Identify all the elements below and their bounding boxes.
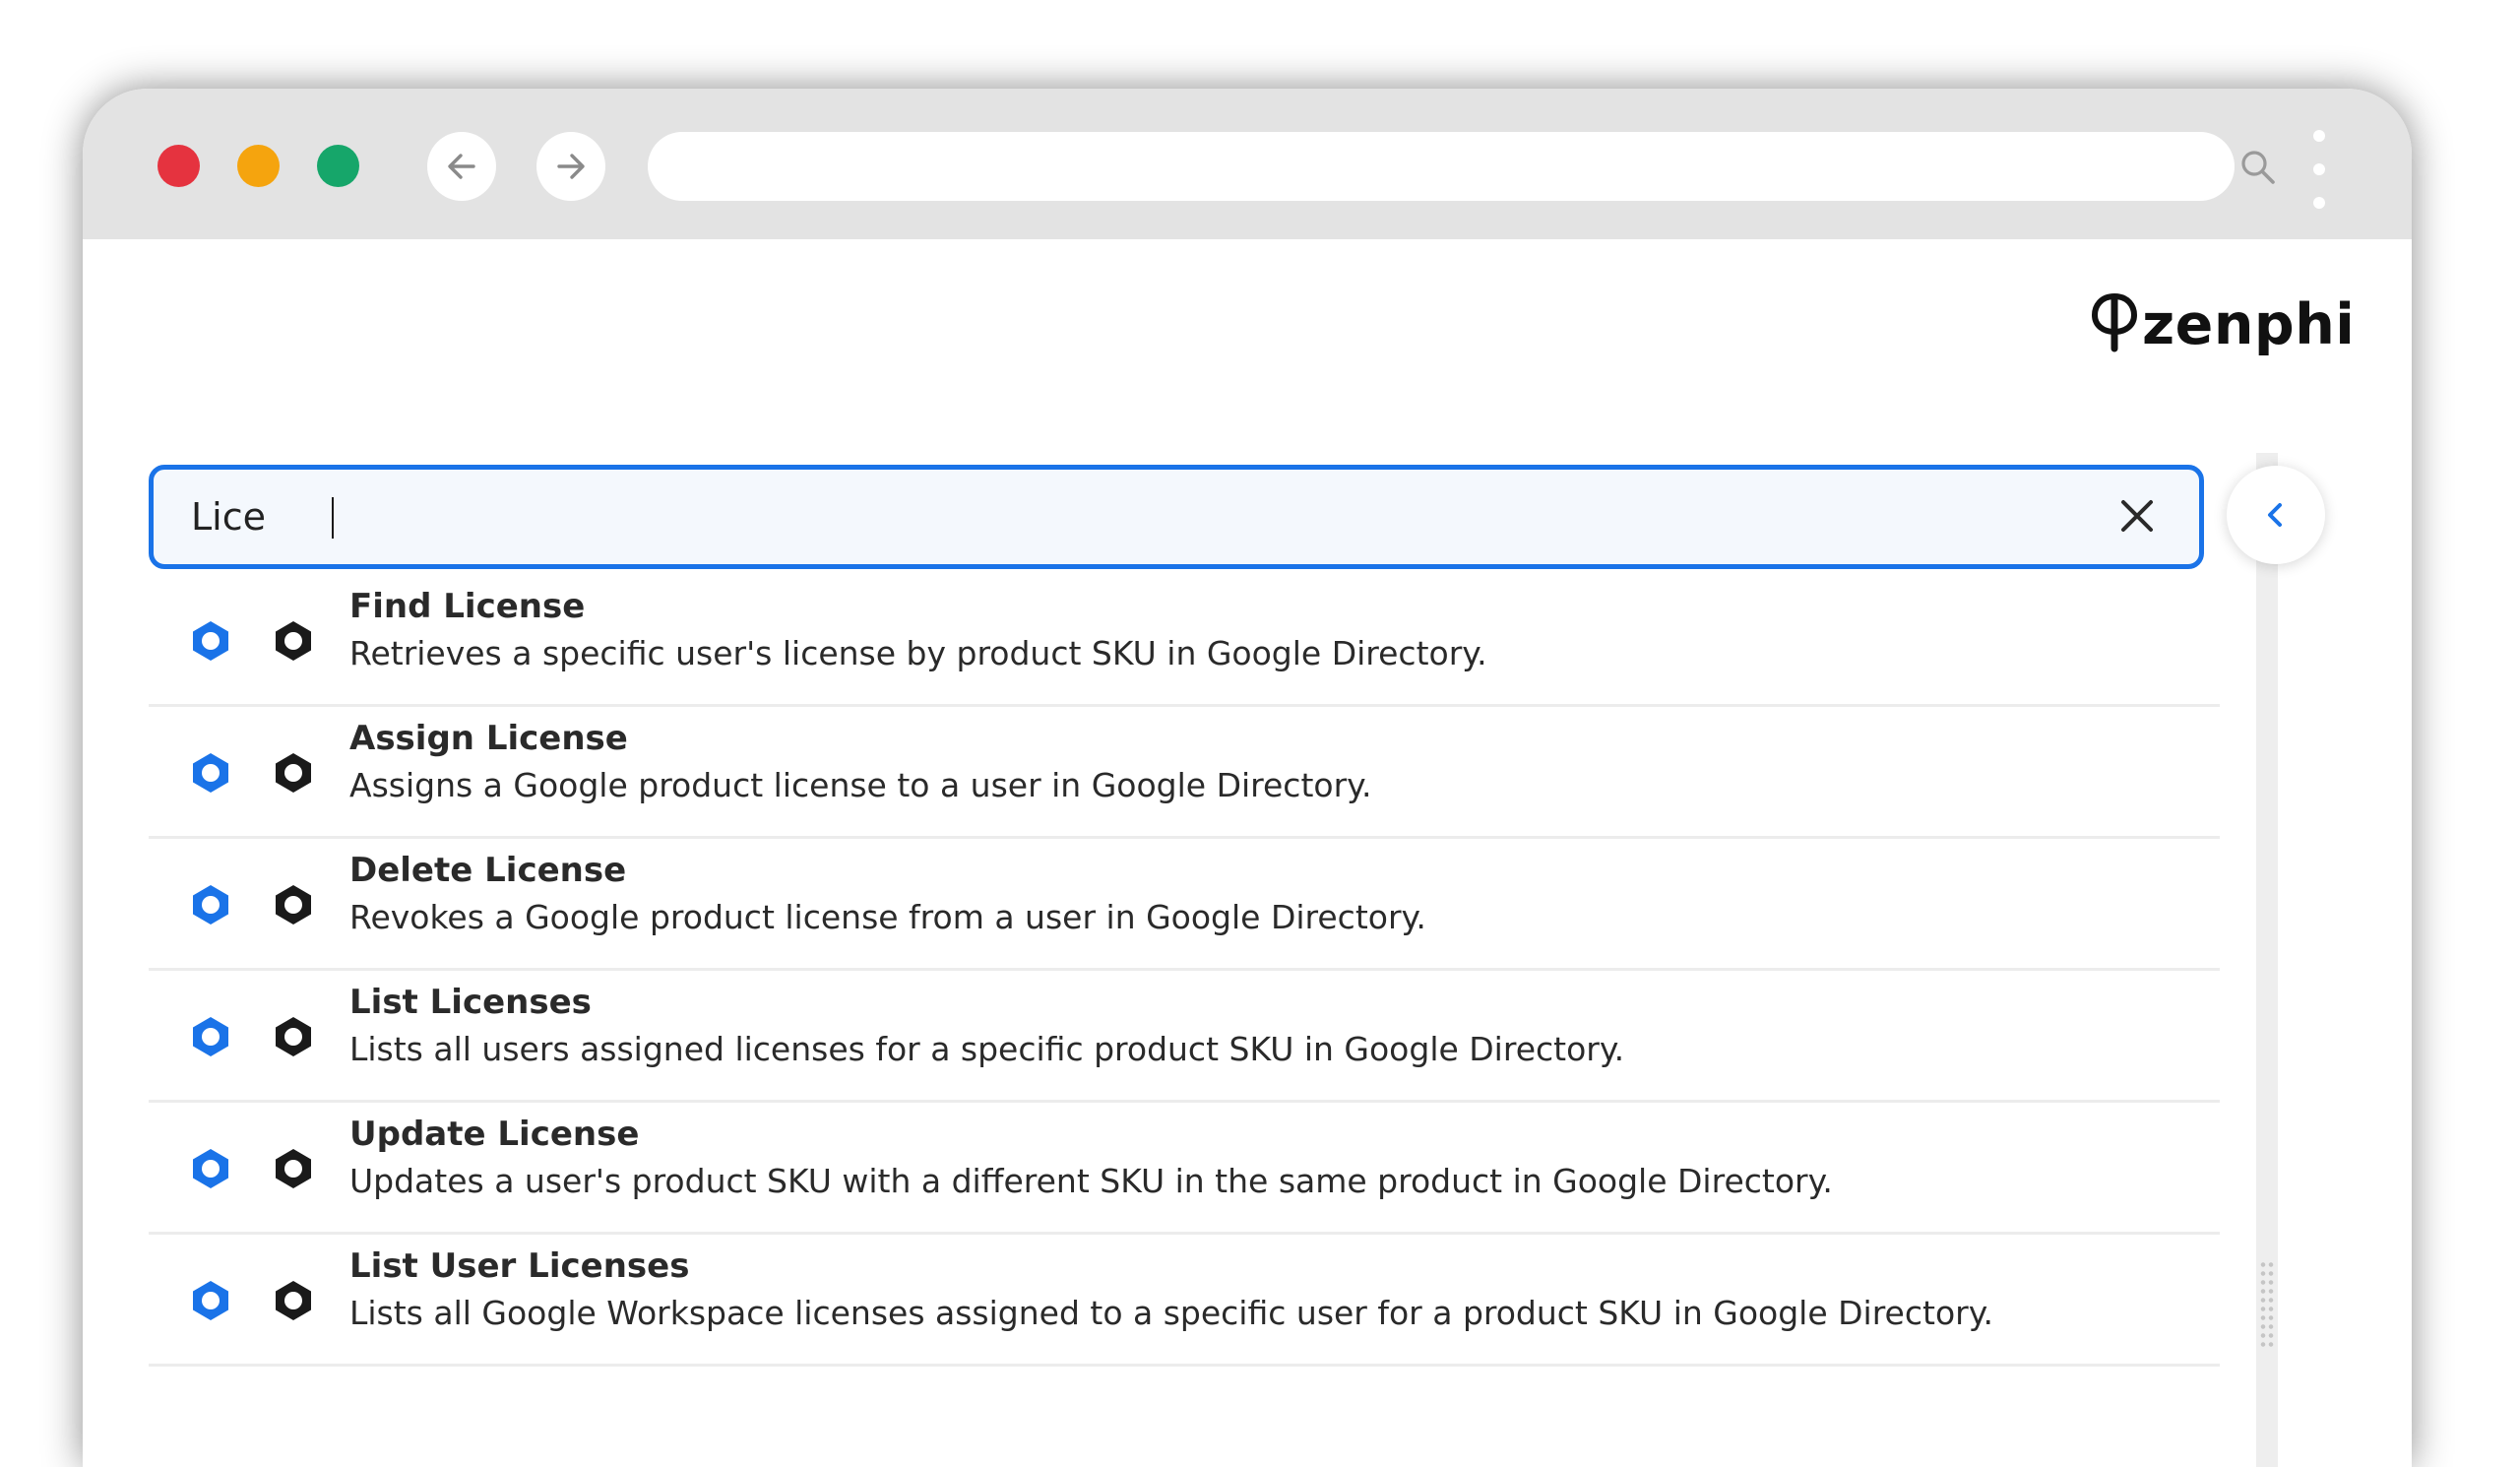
search-field[interactable] — [149, 465, 2204, 569]
google-cloud-hexagon-icon — [193, 1017, 228, 1056]
brand-logo: zenphi — [2091, 286, 2355, 364]
google-cloud-hexagon-icon — [193, 621, 228, 661]
google-directory-hexagon-icon — [276, 753, 311, 793]
result-item[interactable]: Delete License Revokes a Google product … — [149, 839, 2220, 971]
result-item[interactable]: List Licenses Lists all users assigned l… — [149, 971, 2220, 1103]
google-cloud-hexagon-icon — [193, 753, 228, 793]
browser-menu-button[interactable] — [2309, 130, 2329, 209]
text-caret — [332, 497, 334, 539]
google-cloud-hexagon-icon — [193, 885, 228, 925]
result-item[interactable]: Update License Updates a user's product … — [149, 1103, 2220, 1235]
collapse-panel-button[interactable] — [2227, 466, 2325, 564]
chevron-left-icon — [2268, 503, 2282, 527]
result-description: Assigns a Google product license to a us… — [349, 766, 1372, 804]
address-bar[interactable] — [648, 132, 2235, 201]
results-list: Find License Retrieves a specific user's… — [149, 575, 2220, 1367]
google-cloud-hexagon-icon — [193, 1149, 228, 1188]
google-directory-hexagon-icon — [276, 621, 311, 661]
result-description: Lists all users assigned licenses for a … — [349, 1030, 1625, 1068]
zenphi-logo-icon — [2091, 293, 2138, 352]
scrollbar-grip[interactable] — [2259, 1260, 2275, 1349]
result-item[interactable]: List User Licenses Lists all Google Work… — [149, 1235, 2220, 1367]
clear-search-button[interactable] — [2112, 491, 2162, 541]
logo-text: zenphi — [2142, 292, 2356, 357]
result-description: Lists all Google Workspace licenses assi… — [349, 1294, 1994, 1332]
google-directory-hexagon-icon — [276, 1281, 311, 1320]
back-button[interactable] — [427, 132, 496, 201]
result-title: Update License — [349, 1115, 640, 1154]
arrow-right-icon — [557, 154, 585, 179]
result-title: List User Licenses — [349, 1246, 690, 1286]
search-input[interactable] — [191, 470, 2061, 564]
result-title: List Licenses — [349, 983, 592, 1022]
minimize-window-button[interactable] — [237, 145, 280, 187]
browser-window: zenphi Find License Retrieves a specific… — [83, 89, 2412, 1467]
result-title: Assign License — [349, 719, 628, 758]
result-description: Updates a user's product SKU with a diff… — [349, 1162, 1833, 1200]
more-vert-icon-dot — [2313, 163, 2325, 175]
google-directory-hexagon-icon — [276, 1017, 311, 1056]
more-vert-icon — [2313, 130, 2325, 142]
forward-button[interactable] — [536, 132, 605, 201]
more-vert-icon-dot — [2313, 197, 2325, 209]
address-search-button[interactable] — [2238, 148, 2278, 187]
result-title: Delete License — [349, 851, 627, 890]
result-title: Find License — [349, 587, 586, 626]
browser-titlebar — [83, 89, 2412, 239]
google-directory-hexagon-icon — [276, 885, 311, 925]
google-cloud-hexagon-icon — [193, 1281, 228, 1320]
result-description: Revokes a Google product license from a … — [349, 898, 1426, 936]
close-window-button[interactable] — [158, 145, 200, 187]
maximize-window-button[interactable] — [317, 145, 359, 187]
close-icon — [2121, 500, 2153, 532]
result-item[interactable]: Assign License Assigns a Google product … — [149, 707, 2220, 839]
search-icon — [2241, 151, 2275, 184]
google-directory-hexagon-icon — [276, 1149, 311, 1188]
result-item[interactable]: Find License Retrieves a specific user's… — [149, 575, 2220, 707]
arrow-left-icon — [448, 154, 475, 179]
result-description: Retrieves a specific user's license by p… — [349, 634, 1487, 672]
